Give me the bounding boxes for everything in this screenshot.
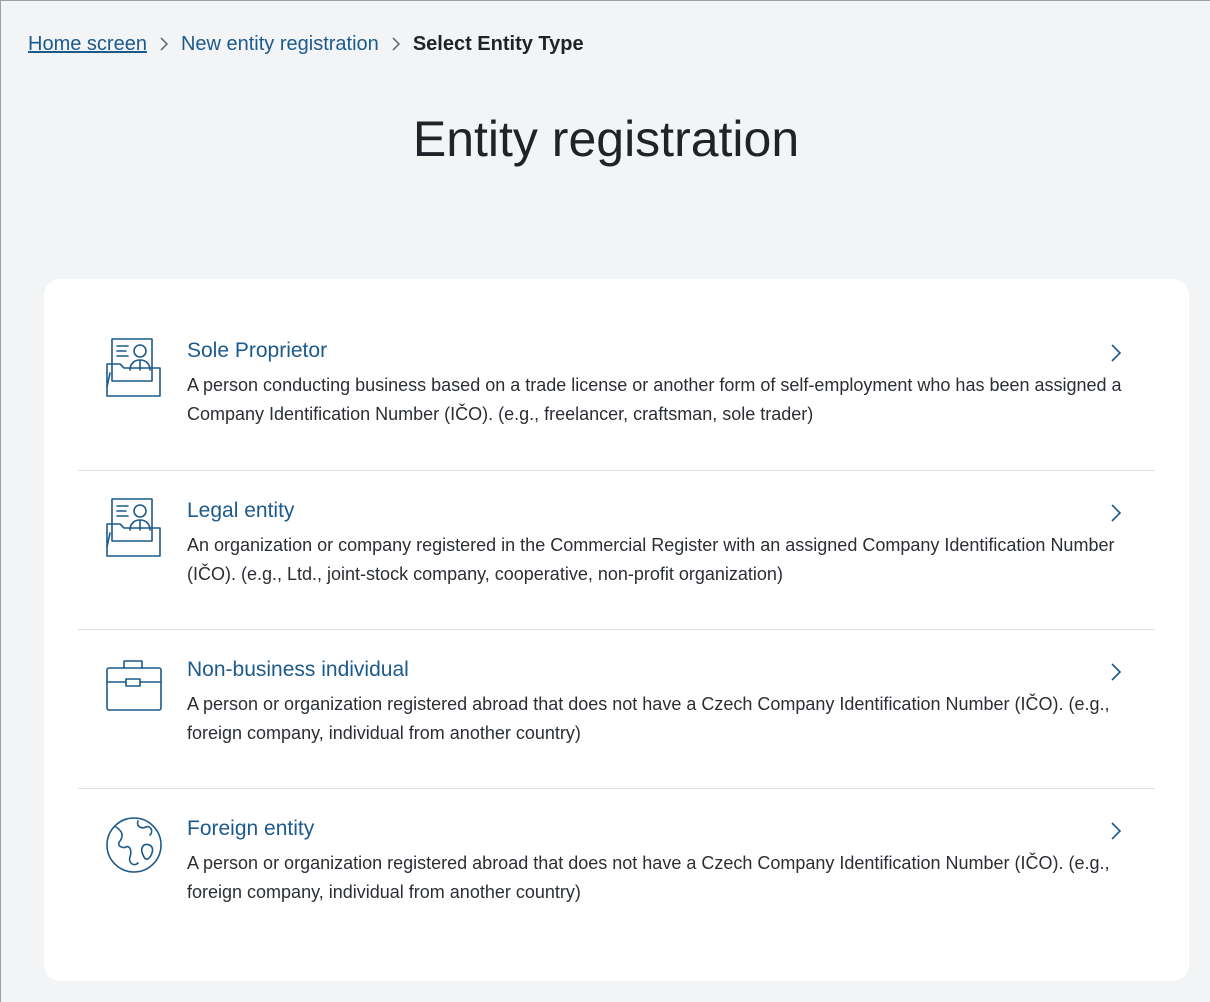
breadcrumb-home-link[interactable]: Home screen (28, 31, 147, 57)
divider (78, 788, 1155, 789)
option-sole-proprietor[interactable]: Sole Proprietor A person conducting busi… (78, 337, 1155, 467)
chevron-right-icon (1109, 662, 1123, 682)
option-foreign-entity[interactable]: Foreign entity A person or organization … (78, 815, 1155, 945)
option-title: Legal entity (187, 499, 295, 522)
option-title: Sole Proprietor (187, 339, 328, 362)
person-folder-icon (104, 497, 164, 557)
option-title: Non-business individual (187, 658, 409, 681)
option-description: A person conducting business based on a … (187, 375, 1122, 424)
breadcrumb-separator-icon (159, 37, 169, 51)
chevron-right-icon (1109, 503, 1123, 523)
breadcrumb-current: Select Entity Type (412, 33, 584, 55)
option-title: Foreign entity (187, 817, 315, 840)
divider (78, 629, 1155, 630)
breadcrumb: Home screen New entity registration Sele… (28, 31, 584, 57)
breadcrumb-registration-link[interactable]: New entity registration (181, 31, 379, 57)
globe-icon (104, 815, 164, 875)
entity-type-card: Sole Proprietor A person conducting busi… (44, 279, 1189, 981)
option-description: An organization or company registered in… (187, 535, 1115, 584)
option-description: A person or organization registered abro… (187, 694, 1110, 743)
option-legal-entity[interactable]: Legal entity An organization or company … (78, 497, 1155, 627)
page-title: Entity registration (412, 111, 800, 167)
person-folder-icon (104, 337, 164, 397)
divider (78, 470, 1155, 471)
option-non-business-individual[interactable]: Non-business individual A person or orga… (78, 656, 1155, 786)
breadcrumb-separator-icon (391, 37, 401, 51)
briefcase-icon (104, 656, 164, 716)
chevron-right-icon (1109, 821, 1123, 841)
chevron-right-icon (1109, 343, 1123, 363)
option-description: A person or organization registered abro… (187, 853, 1110, 902)
